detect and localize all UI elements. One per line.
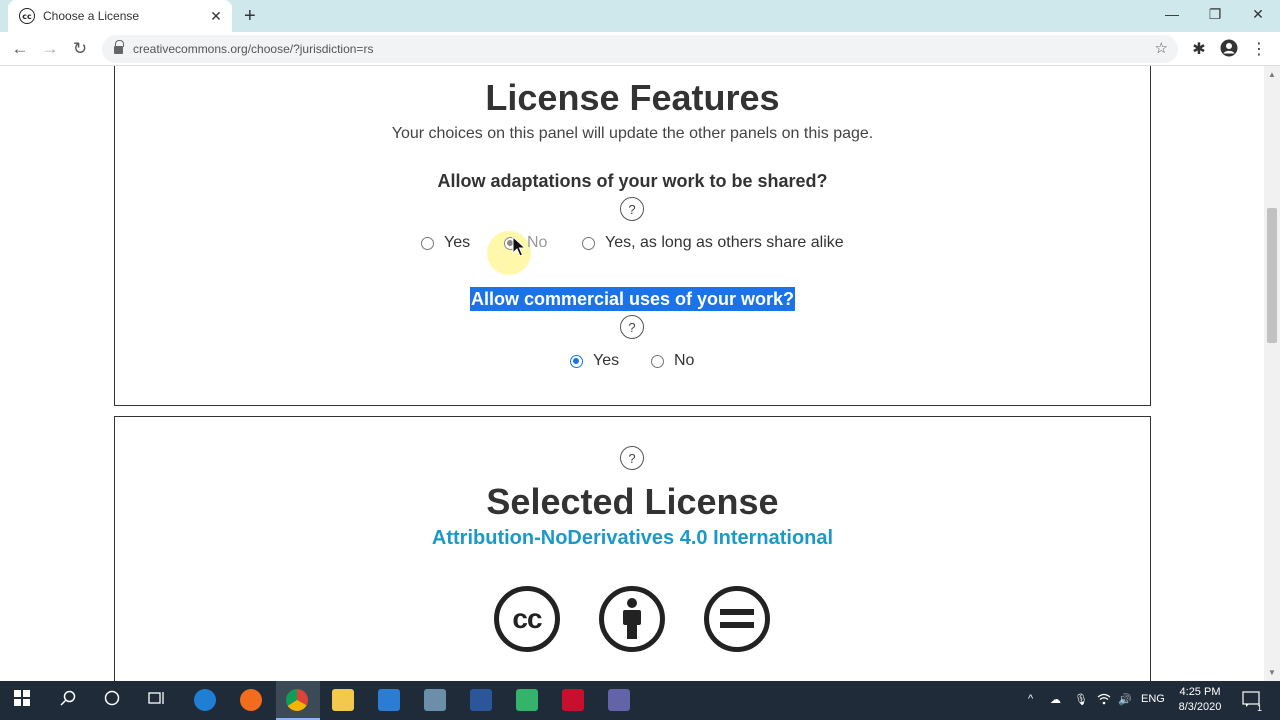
- help-icon[interactable]: ?: [620, 446, 644, 470]
- page-content: License Features Your choices on this pa…: [0, 66, 1264, 681]
- commercial-yes-radio[interactable]: [570, 354, 583, 368]
- profile-icon[interactable]: [1219, 39, 1239, 62]
- file-explorer-icon[interactable]: [332, 689, 354, 711]
- scroll-down-icon[interactable]: ▼: [1268, 668, 1276, 677]
- adaptations-yes-option[interactable]: Yes: [421, 234, 470, 252]
- task-view-icon[interactable]: [145, 690, 169, 711]
- mail-icon[interactable]: [378, 689, 400, 711]
- tab-title: Choose a License: [43, 9, 140, 23]
- adaptations-yes-radio[interactable]: [421, 236, 434, 250]
- bookmark-star-icon[interactable]: ☆: [1155, 39, 1168, 57]
- address-bar[interactable]: creativecommons.org/choose/?jurisdiction…: [102, 35, 1178, 63]
- adaptations-sharealike-option[interactable]: Yes, as long as others share alike: [582, 234, 844, 252]
- cc-favicon-icon: cc: [19, 8, 35, 24]
- selected-license-panel: ? Selected License Attribution-NoDerivat…: [114, 416, 1151, 681]
- clock-date: 8/3/2020: [1178, 701, 1222, 713]
- help-icon[interactable]: ?: [620, 315, 644, 339]
- firefox-icon[interactable]: [240, 689, 262, 711]
- back-icon[interactable]: ←: [10, 39, 30, 59]
- snipping-tool-icon[interactable]: [424, 689, 446, 711]
- commercial-no-radio[interactable]: [651, 354, 664, 368]
- browser-titlebar: cc Choose a License ✕ + — ❐ ✕: [0, 0, 1280, 32]
- browser-toolbar: ← → ↻ creativecommons.org/choose/?jurisd…: [0, 32, 1280, 66]
- taskbar-clock[interactable]: 4:25 PM 8/3/2020: [1170, 685, 1230, 715]
- cc-icon: cc: [494, 586, 560, 652]
- selected-license-name[interactable]: Attribution-NoDerivatives 4.0 Internatio…: [115, 527, 1150, 550]
- commercial-question: Allow commercial uses of your work?: [469, 287, 796, 311]
- menu-icon[interactable]: ⋮: [1249, 39, 1269, 59]
- adaptations-sharealike-radio[interactable]: [582, 236, 595, 250]
- attribution-icon: [599, 586, 665, 652]
- commercial-no-option[interactable]: No: [651, 352, 694, 370]
- reload-icon[interactable]: ↻: [70, 39, 90, 59]
- license-features-title: License Features: [485, 77, 780, 118]
- chrome-icon[interactable]: [286, 689, 308, 711]
- commercial-no-label: No: [674, 352, 695, 369]
- cc-icon-text: cc: [512, 603, 542, 634]
- notifications-count: 1: [1257, 703, 1263, 713]
- new-tab-icon[interactable]: +: [244, 6, 256, 26]
- adaptations-no-label: No: [527, 234, 548, 251]
- teams-icon[interactable]: [608, 689, 630, 711]
- adaptations-question: Allow adaptations of your work to be sha…: [437, 171, 828, 191]
- onedrive-icon[interactable]: ☁: [1050, 693, 1061, 706]
- forward-icon[interactable]: →: [40, 39, 60, 59]
- tab-close-icon[interactable]: ✕: [208, 8, 224, 25]
- window-close-icon[interactable]: ✕: [1248, 6, 1268, 23]
- selected-license-title: Selected License: [486, 481, 779, 522]
- no-derivatives-icon: [704, 586, 770, 652]
- license-features-subtitle: Your choices on this panel will update t…: [391, 125, 874, 142]
- volume-icon[interactable]: 🔊: [1118, 693, 1132, 706]
- clock-time: 4:25 PM: [1179, 686, 1221, 698]
- browser-tab[interactable]: cc Choose a License ✕: [8, 0, 232, 32]
- commercial-yes-label: Yes: [593, 352, 620, 369]
- help-icon[interactable]: ?: [620, 197, 644, 221]
- microphone-icon[interactable]: 🎙: [1074, 693, 1088, 706]
- edge-icon[interactable]: [194, 689, 216, 711]
- scroll-up-icon[interactable]: ▲: [1268, 70, 1276, 79]
- adaptations-yes-label: Yes: [444, 234, 471, 251]
- word-icon[interactable]: [470, 689, 492, 711]
- extensions-icon[interactable]: ✱: [1189, 39, 1209, 59]
- language-indicator[interactable]: ENG: [1141, 693, 1165, 705]
- mouse-cursor-icon: [512, 236, 526, 257]
- url-text: creativecommons.org/choose/?jurisdiction…: [133, 42, 374, 56]
- lock-icon: [114, 39, 124, 55]
- wifi-icon[interactable]: [1097, 693, 1111, 708]
- page-scrollbar[interactable]: ▲ ▼: [1264, 66, 1280, 681]
- windows-taskbar: ^ ☁ 🎙 🔊 ENG 4:25 PM 8/3/2020 1: [0, 681, 1280, 720]
- commercial-question-wrapper: Allow commercial uses of your work?: [115, 287, 1150, 311]
- windows-start-icon[interactable]: [10, 690, 34, 711]
- tray-chevron-icon[interactable]: ^: [1028, 693, 1033, 705]
- scrollbar-thumb[interactable]: [1267, 208, 1277, 343]
- search-icon[interactable]: [56, 690, 80, 711]
- acrobat-icon[interactable]: [562, 689, 584, 711]
- license-features-panel: License Features Your choices on this pa…: [114, 66, 1151, 406]
- camtasia-icon[interactable]: [516, 689, 538, 711]
- adaptations-sharealike-label: Yes, as long as others share alike: [605, 234, 844, 251]
- commercial-yes-option[interactable]: Yes: [570, 352, 619, 370]
- restore-icon[interactable]: ❐: [1205, 6, 1225, 23]
- minimize-icon[interactable]: —: [1162, 6, 1182, 22]
- cortana-icon[interactable]: [100, 690, 124, 711]
